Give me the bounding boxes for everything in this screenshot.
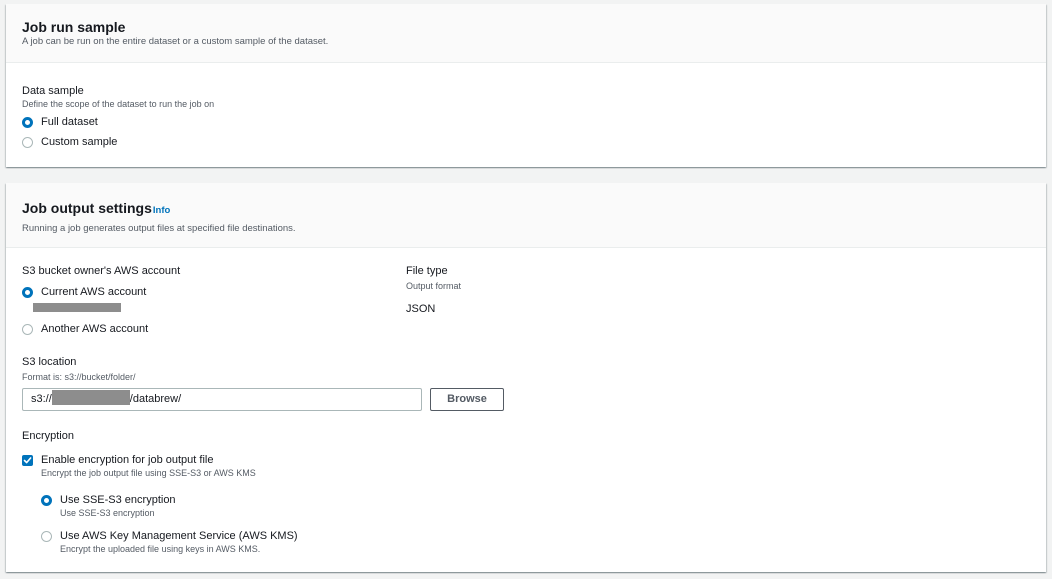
job-run-sample-header: Job run sample A job can be run on the e… — [6, 4, 1046, 63]
file-type-sublabel: Output format — [406, 281, 462, 291]
radio-current-aws-account-label: Current AWS account — [41, 286, 147, 298]
radio-sse-s3-description: Use SSE-S3 encryption — [60, 508, 155, 518]
encryption-checkbox-description: Encrypt the job output file using SSE-S3… — [41, 468, 256, 478]
radio-sse-s3-indicator[interactable] — [41, 494, 52, 506]
job-output-settings-title: Job output settings — [22, 200, 152, 216]
radio-full-dataset-indicator[interactable] — [22, 116, 33, 128]
file-type-value: JSON — [406, 303, 436, 315]
radio-custom-sample-label: Custom sample — [41, 136, 118, 148]
s3-location-label: S3 location — [22, 356, 77, 368]
s3-location-suffix: /databrew/ — [129, 393, 182, 405]
job-output-settings-header: Job output settingsInfo Running a job ge… — [6, 183, 1046, 248]
job-output-settings-panel: Job output settingsInfo Running a job ge… — [6, 183, 1046, 572]
job-output-settings-title-row: Job output settingsInfo — [22, 199, 1030, 220]
info-link[interactable]: Info — [153, 205, 170, 216]
radio-aws-kms[interactable]: Use AWS Key Management Service (AWS KMS) — [41, 529, 298, 543]
file-type-label: File type — [406, 265, 448, 277]
account-id-redaction — [33, 303, 121, 312]
browse-button[interactable]: Browse — [430, 388, 504, 411]
radio-sse-s3-label: Use SSE-S3 encryption — [60, 494, 176, 506]
encryption-checkbox-row[interactable]: Enable encryption for job output file — [22, 453, 213, 467]
radio-another-aws-account[interactable]: Another AWS account — [22, 322, 148, 336]
s3-owner-label: S3 bucket owner's AWS account — [22, 265, 181, 277]
data-sample-label: Data sample — [22, 85, 84, 97]
radio-another-aws-account-indicator[interactable] — [22, 323, 33, 335]
job-output-settings-description: Running a job generates output files at … — [22, 223, 296, 234]
radio-current-aws-account-indicator[interactable] — [22, 286, 33, 298]
s3-location-input[interactable]: s3:// /databrew/ — [22, 388, 422, 411]
encryption-checkbox[interactable] — [22, 454, 33, 466]
s3-location-hint: Format is: s3://bucket/folder/ — [22, 372, 136, 382]
radio-custom-sample[interactable]: Custom sample — [22, 135, 117, 149]
s3-location-prefix: s3:// — [31, 393, 52, 405]
radio-aws-kms-indicator[interactable] — [41, 530, 52, 542]
job-run-sample-description: A job can be run on the entire dataset o… — [22, 36, 329, 47]
radio-aws-kms-label: Use AWS Key Management Service (AWS KMS) — [60, 530, 298, 542]
encryption-label: Encryption — [22, 430, 74, 442]
radio-aws-kms-description: Encrypt the uploaded file using keys in … — [60, 544, 261, 554]
radio-full-dataset-label: Full dataset — [41, 116, 98, 128]
radio-full-dataset[interactable]: Full dataset — [22, 115, 98, 129]
job-run-sample-panel: Job run sample A job can be run on the e… — [6, 4, 1046, 167]
checkmark-icon — [23, 456, 32, 463]
radio-another-aws-account-label: Another AWS account — [41, 323, 149, 335]
bucket-name-redaction — [51, 390, 130, 405]
data-sample-description: Define the scope of the dataset to run t… — [22, 99, 215, 109]
job-run-sample-title: Job run sample — [22, 19, 126, 35]
encryption-checkbox-label: Enable encryption for job output file — [41, 454, 214, 466]
radio-current-aws-account[interactable]: Current AWS account — [22, 285, 146, 299]
radio-custom-sample-indicator[interactable] — [22, 136, 33, 148]
radio-sse-s3[interactable]: Use SSE-S3 encryption — [41, 493, 176, 507]
